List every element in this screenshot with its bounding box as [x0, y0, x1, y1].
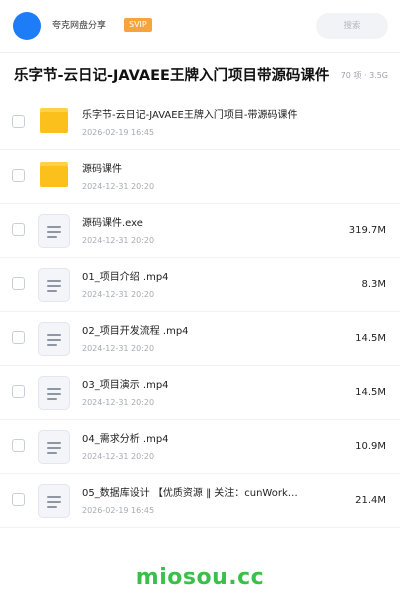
file-row[interactable]: 04_需求分析 .mp4 2024-12-31 20:20 10.9M: [0, 420, 400, 474]
file-row[interactable]: 05_数据库设计 【优质资源 ‖ 关注：cunWork… 2026-02-19 1…: [0, 474, 400, 528]
folder-icon: [40, 108, 68, 133]
footer: miosou.cc: [0, 556, 400, 600]
file-row[interactable]: 03_项目演示 .mp4 2024-12-31 20:20 14.5M: [0, 366, 400, 420]
file-row[interactable]: 乐字节-云日记-JAVAEE王牌入门项目-带源码课件 2026-02-19 16:…: [0, 96, 400, 150]
select-checkbox[interactable]: [12, 439, 25, 452]
file-name[interactable]: 乐字节-云日记-JAVAEE王牌入门项目-带源码课件: [82, 109, 332, 123]
select-checkbox[interactable]: [12, 493, 25, 506]
user-name[interactable]: 夸克网盘分享: [52, 18, 106, 34]
select-checkbox[interactable]: [12, 169, 25, 182]
item-count-size: 70 项 · 3.5G: [340, 71, 388, 80]
select-checkbox[interactable]: [12, 331, 25, 344]
search-input[interactable]: 搜索: [316, 13, 388, 39]
file-date: 2024-12-31 20:20: [82, 236, 155, 245]
file-name[interactable]: 04_需求分析 .mp4: [82, 433, 332, 447]
file-list: 乐字节-云日记-JAVAEE王牌入门项目-带源码课件 2026-02-19 16:…: [0, 96, 400, 528]
page-title: 乐字节-云日记-JAVAEE王牌入门项目带源码课件: [14, 68, 330, 84]
file-date: 2024-12-31 20:20: [82, 398, 155, 407]
avatar[interactable]: [13, 12, 41, 40]
file-name[interactable]: 02_项目开发流程 .mp4: [82, 325, 332, 339]
file-row[interactable]: 02_项目开发流程 .mp4 2024-12-31 20:20 14.5M: [0, 312, 400, 366]
file-date: 2026-02-19 16:45: [82, 506, 155, 515]
file-size: 14.5M: [355, 333, 386, 344]
file-icon: [38, 430, 70, 464]
file-icon: [38, 484, 70, 518]
header: 夸克网盘分享 SVIP 搜索: [0, 0, 400, 52]
file-date: 2024-12-31 20:20: [82, 344, 155, 353]
svip-badge: SVIP: [124, 18, 152, 32]
select-checkbox[interactable]: [12, 223, 25, 236]
select-checkbox[interactable]: [12, 115, 25, 128]
file-size: 319.7M: [348, 225, 386, 236]
file-name[interactable]: 03_项目演示 .mp4: [82, 379, 332, 393]
file-name[interactable]: 源码课件: [82, 163, 332, 177]
file-name[interactable]: 01_项目介绍 .mp4: [82, 271, 332, 285]
file-size: 10.9M: [355, 441, 386, 452]
file-icon: [38, 322, 70, 356]
file-row[interactable]: 源码课件.exe 2024-12-31 20:20 319.7M: [0, 204, 400, 258]
file-size: 21.4M: [355, 495, 386, 506]
title-row: 乐字节-云日记-JAVAEE王牌入门项目带源码课件 70 项 · 3.5G: [0, 52, 400, 96]
file-icon: [38, 376, 70, 410]
file-date: 2024-12-31 20:20: [82, 182, 155, 191]
folder-icon: [40, 162, 68, 187]
select-checkbox[interactable]: [12, 277, 25, 290]
file-date: 2024-12-31 20:20: [82, 452, 155, 461]
file-icon: [38, 268, 70, 302]
file-name[interactable]: 05_数据库设计 【优质资源 ‖ 关注：cunWork…: [82, 487, 332, 501]
file-row[interactable]: 源码课件 2024-12-31 20:20: [0, 150, 400, 204]
file-row[interactable]: 01_项目介绍 .mp4 2024-12-31 20:20 8.3M: [0, 258, 400, 312]
file-date: 2024-12-31 20:20: [82, 290, 155, 299]
file-icon: [38, 214, 70, 248]
file-size: 8.3M: [361, 279, 386, 290]
file-name[interactable]: 源码课件.exe: [82, 217, 332, 231]
file-date: 2026-02-19 16:45: [82, 128, 155, 137]
file-size: 14.5M: [355, 387, 386, 398]
select-checkbox[interactable]: [12, 385, 25, 398]
watermark-text: miosou.cc: [135, 565, 265, 590]
